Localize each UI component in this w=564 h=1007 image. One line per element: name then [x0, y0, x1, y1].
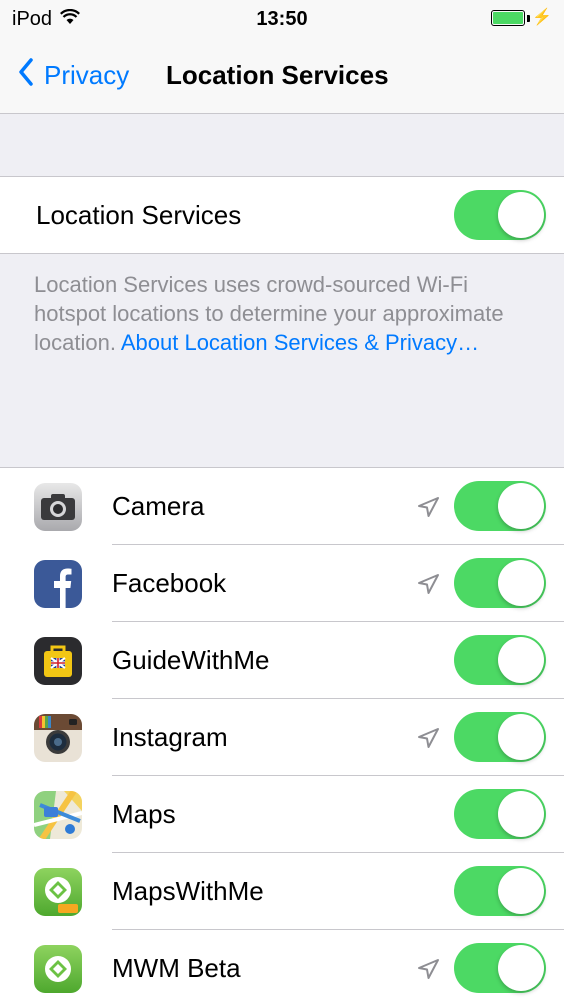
back-button[interactable]: Privacy [18, 58, 129, 93]
app-name: Camera [112, 491, 205, 521]
camera-icon [34, 483, 82, 531]
location-arrow-icon [418, 497, 439, 517]
app-row-camera: Camera [0, 468, 564, 545]
app-row-maps: Maps [0, 776, 564, 853]
app-location-switch[interactable] [454, 866, 546, 916]
status-time: 13:50 [256, 8, 308, 30]
app-row-facebook: Facebook [0, 545, 564, 622]
app-row-mapswithme: MapsWithMe [0, 853, 564, 930]
maps-icon [34, 791, 82, 839]
app-location-switch[interactable] [454, 558, 546, 608]
facebook-icon [34, 560, 82, 608]
app-name: MWM Beta [112, 953, 241, 983]
location-services-switch[interactable] [454, 190, 546, 240]
app-location-switch[interactable] [454, 789, 546, 839]
app-name: Maps [112, 799, 176, 829]
app-name: GuideWithMe [112, 645, 270, 675]
mapswithme-icon [34, 868, 82, 916]
page-title: Location Services [166, 60, 389, 90]
app-name: Instagram [112, 722, 228, 752]
location-arrow-icon [418, 728, 439, 748]
app-location-switch[interactable] [454, 635, 546, 685]
mwm-beta-icon [34, 945, 82, 993]
app-name: Facebook [112, 568, 227, 598]
location-services-row: Location Services [0, 177, 564, 253]
location-services-footer: Location Services uses crowd-sourced Wi-… [34, 270, 544, 357]
app-location-switch[interactable] [454, 943, 546, 993]
status-bar: iPod 13:50 ⚡ [0, 0, 564, 40]
location-services-label: Location Services [36, 200, 242, 230]
chevron-left-icon [18, 58, 34, 93]
app-location-switch[interactable] [454, 481, 546, 531]
app-name: MapsWithMe [112, 876, 264, 906]
about-privacy-link[interactable]: About Location Services & Privacy… [121, 330, 479, 355]
app-row-guidewithme: GuideWithMe [0, 622, 564, 699]
navigation-bar: Privacy Location Services [0, 40, 564, 114]
app-row-instagram: Instagram [0, 699, 564, 776]
guidewithme-icon [34, 637, 82, 685]
battery-icon [491, 10, 526, 26]
app-row-mwm-beta: MWM Beta [0, 930, 564, 1007]
location-arrow-icon [418, 574, 439, 594]
back-label: Privacy [44, 60, 130, 90]
app-location-switch[interactable] [454, 712, 546, 762]
app-list: Camera Facebook GuideWithMe Instagram Ma… [0, 467, 564, 1007]
location-services-group: Location Services [0, 176, 564, 254]
location-arrow-icon [418, 959, 439, 979]
charging-icon: ⚡ [532, 9, 552, 26]
battery-indicator: ⚡ [491, 10, 552, 26]
instagram-icon [34, 714, 82, 762]
